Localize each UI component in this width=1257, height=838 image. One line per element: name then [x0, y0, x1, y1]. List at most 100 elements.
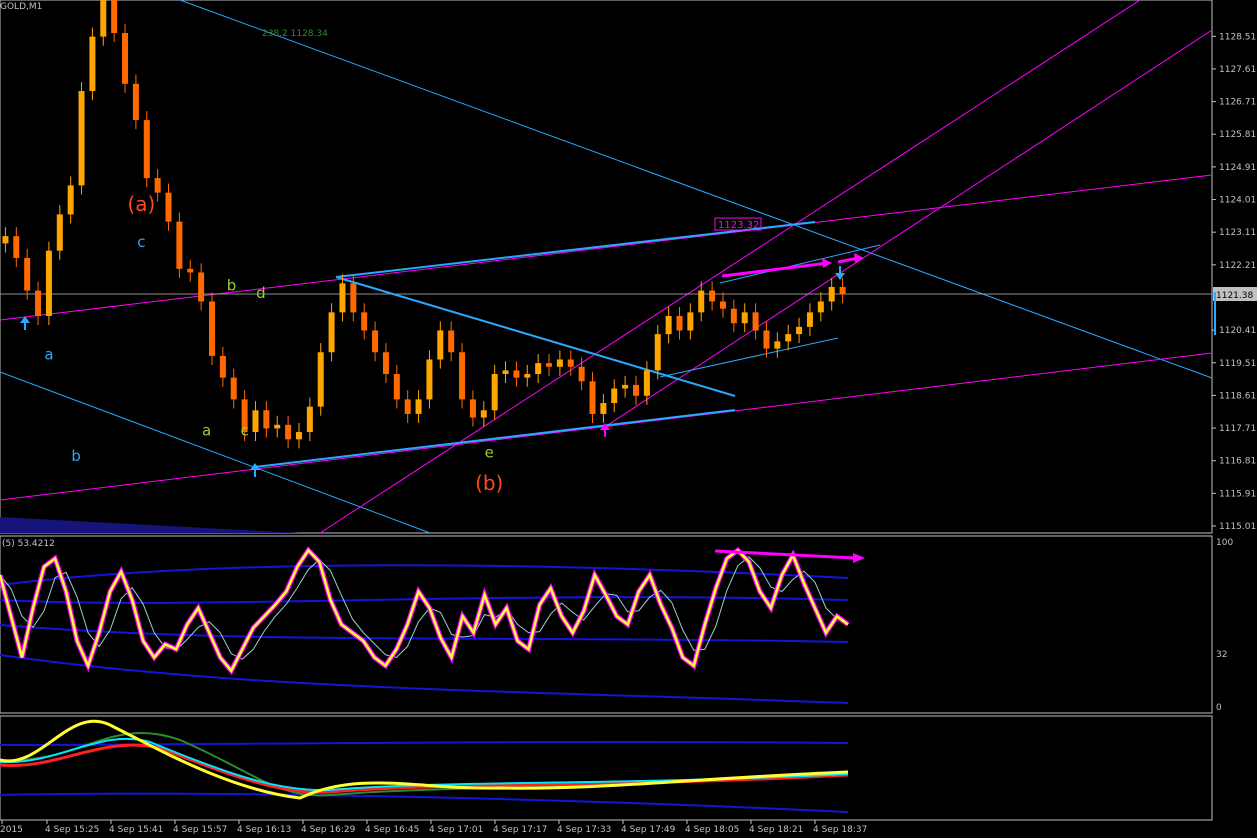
candle-body[interactable]	[796, 326, 803, 335]
candle-body[interactable]	[263, 410, 270, 429]
candle-body[interactable]	[622, 384, 629, 389]
candle-body[interactable]	[372, 330, 379, 353]
candle-body[interactable]	[437, 330, 444, 360]
candle-body[interactable]	[187, 268, 194, 273]
price-tick-label: 1126.71	[1219, 98, 1256, 108]
candle-body[interactable]	[806, 312, 813, 327]
candle-body[interactable]	[665, 315, 672, 335]
candle-body[interactable]	[45, 250, 52, 316]
candle-body[interactable]	[469, 399, 476, 418]
candle-body[interactable]	[546, 363, 553, 367]
candle-body[interactable]	[24, 257, 31, 291]
time-axis[interactable]: 2015 4 Sep 15:25 4 Sep 15:41 4 Sep 15:57 4 S…	[0, 820, 867, 835]
stochastic-tick-label: 100	[1216, 538, 1233, 548]
candle-body[interactable]	[56, 214, 63, 251]
candle-body[interactable]	[426, 359, 433, 400]
candle-body[interactable]	[698, 290, 705, 313]
time-tick-label: 4 Sep 18:37	[813, 825, 867, 835]
candle-body[interactable]	[676, 315, 683, 331]
candle-body[interactable]	[209, 301, 215, 356]
candle-body[interactable]	[448, 330, 455, 353]
candle-body[interactable]	[317, 352, 324, 407]
candle-body[interactable]	[13, 236, 20, 258]
candle-body[interactable]	[459, 352, 466, 400]
candle-body[interactable]	[785, 334, 792, 342]
candle-body[interactable]	[176, 221, 183, 269]
candle-body[interactable]	[89, 36, 96, 92]
ma-panel[interactable]	[0, 715, 1213, 821]
candle-body[interactable]	[817, 301, 824, 313]
price-tick-label: 1115.91	[1219, 489, 1256, 499]
candle-body[interactable]	[535, 363, 542, 375]
candle-body[interactable]	[611, 388, 618, 404]
candle-body[interactable]	[600, 403, 607, 414]
candle-body[interactable]	[198, 272, 205, 302]
candle-body[interactable]	[719, 301, 726, 309]
candle-body[interactable]	[306, 406, 313, 433]
time-tick-label: 4 Sep 17:33	[557, 825, 611, 835]
candle-body[interactable]	[393, 374, 400, 400]
candle-body[interactable]	[578, 366, 585, 382]
candle-body[interactable]	[763, 330, 770, 349]
candle-body[interactable]	[295, 432, 302, 440]
candle-body[interactable]	[556, 359, 563, 367]
candle-body[interactable]	[382, 352, 389, 375]
candle-body[interactable]	[633, 384, 639, 396]
candle-body[interactable]	[687, 312, 694, 331]
candle-body[interactable]	[502, 370, 509, 375]
candle-body[interactable]	[219, 355, 226, 378]
candle-body[interactable]	[252, 410, 259, 433]
price-axis[interactable]: 1128.51 1127.61 1126.71 1125.81 1124.91 1124.…	[1212, 32, 1256, 532]
candle-body[interactable]	[643, 370, 650, 396]
candle-body[interactable]	[35, 290, 42, 316]
candle-body[interactable]	[774, 341, 781, 349]
time-tick-label: 4 Sep 16:13	[237, 825, 291, 835]
candle-body[interactable]	[165, 192, 172, 222]
candle-body[interactable]	[361, 312, 368, 331]
candle-body[interactable]	[730, 308, 737, 324]
candle-body[interactable]	[524, 374, 531, 378]
candle-body[interactable]	[752, 312, 759, 331]
candle-body[interactable]	[513, 370, 520, 378]
candle-body[interactable]	[741, 312, 748, 324]
candle-body[interactable]	[154, 178, 161, 193]
candle-body[interactable]	[143, 120, 150, 179]
candle-body[interactable]	[491, 374, 498, 411]
candle-body[interactable]	[839, 286, 846, 295]
candle-body[interactable]	[415, 399, 422, 414]
wave-label: (b)	[475, 471, 503, 495]
chart-canvas[interactable]: (a) (b) c a b b d a c e 238.2 1128.34 1123.32 112…	[0, 0, 1257, 838]
candle-body[interactable]	[328, 312, 335, 353]
candle-body[interactable]	[132, 83, 139, 121]
time-tick-label: 4 Sep 18:05	[685, 825, 739, 835]
candle-body[interactable]	[339, 283, 346, 313]
candle-body[interactable]	[285, 424, 292, 440]
time-tick-label: 4 Sep 18:21	[749, 825, 803, 835]
time-tick-label: 4 Sep 16:29	[301, 825, 356, 835]
candle-body[interactable]	[709, 290, 716, 302]
candle-body[interactable]	[828, 286, 835, 302]
candle-body[interactable]	[2, 236, 9, 244]
price-tick-label: 1124.91	[1219, 163, 1256, 173]
wave-label: b	[227, 277, 237, 295]
candle-body[interactable]	[67, 185, 74, 215]
candle-body[interactable]	[230, 377, 237, 400]
fib-level-label: 238.2 1128.34	[262, 29, 328, 39]
candle-body[interactable]	[100, 0, 107, 37]
candle-body[interactable]	[589, 381, 596, 414]
candle-body[interactable]	[78, 91, 85, 186]
candle-body[interactable]	[404, 399, 411, 414]
candle-body[interactable]	[567, 359, 574, 367]
price-tick-label: 1117.71	[1219, 424, 1256, 434]
candle-body[interactable]	[480, 410, 487, 418]
time-tick-label: 4 Sep 16:45	[365, 825, 419, 835]
candle-body[interactable]	[654, 334, 661, 371]
candle-body[interactable]	[122, 33, 129, 84]
candle-body[interactable]	[274, 424, 281, 429]
candle-body[interactable]	[111, 0, 118, 34]
stochastic-axis[interactable]: 100 32 0	[1216, 538, 1233, 713]
candle-body[interactable]	[350, 283, 357, 313]
price-tick-label: 1127.61	[1219, 65, 1256, 75]
stochastic-panel[interactable]	[0, 535, 1213, 714]
price-tick-label: 1128.51	[1219, 32, 1256, 42]
